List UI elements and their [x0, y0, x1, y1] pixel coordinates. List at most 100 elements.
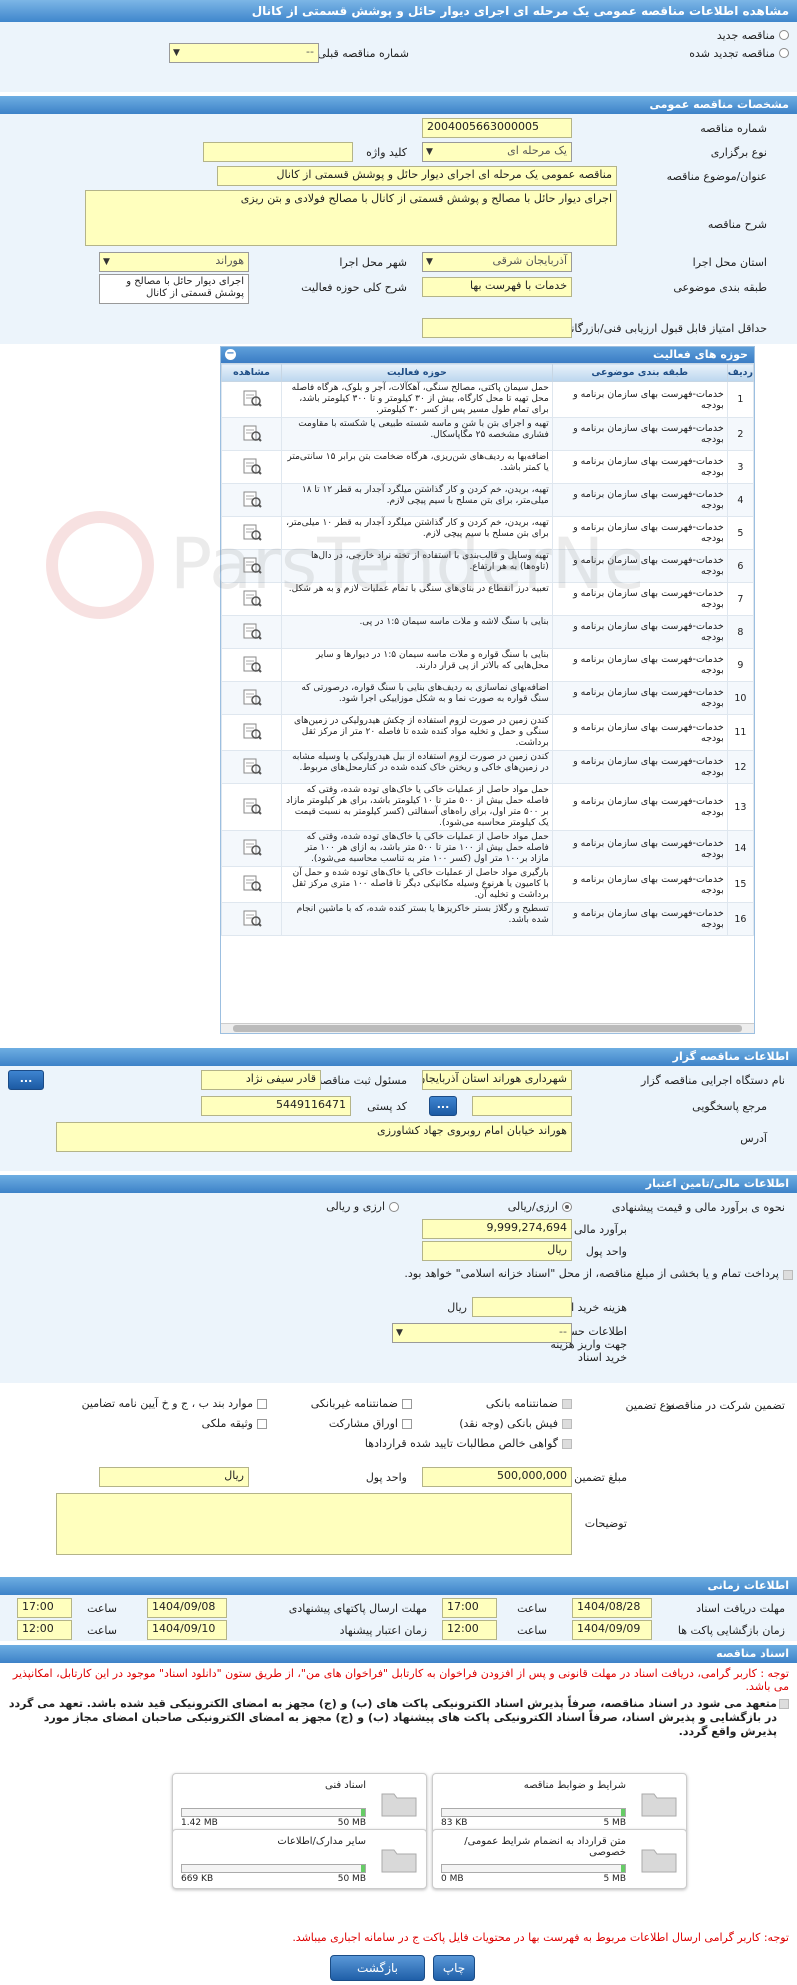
tender-type-box: مناقصه جدید مناقصه تجدید شده شماره مناقص… [0, 22, 797, 92]
view-document-icon[interactable] [242, 457, 262, 475]
file-card[interactable]: شرایط و ضوابط مناقصه 5 MB 83 KB [432, 1773, 687, 1833]
row-category: خدمات-فهرست بهای سازمان برنامه و بودجه [551, 516, 728, 550]
row-view-cell [221, 648, 282, 682]
row-view-cell [221, 866, 282, 903]
address-field: هوراند خیابان امام روبروی جهاد کشاورزی [56, 1122, 572, 1152]
type-select[interactable]: یک مرحله ای ▼ [422, 142, 572, 162]
city-value: هوراند [215, 254, 244, 267]
file-max: 5 MB [603, 1874, 626, 1884]
row-activity: حمل سیمان پاکتی، مصالح سنگی، آهکآلات، آج… [281, 381, 553, 418]
file-size-fill [621, 1865, 625, 1872]
opt-cash-label: فیش بانکی (وجه نقد) [459, 1417, 558, 1430]
ref-more-button[interactable]: ... [429, 1096, 457, 1116]
collapse-icon[interactable]: − [225, 349, 236, 360]
account-value: -- [559, 1325, 567, 1338]
file-card[interactable]: سایر مدارک/اطلاعات 50 MB 669 KB [172, 1829, 427, 1889]
radio-rial[interactable] [562, 1202, 572, 1212]
estimate-label: برآورد مالی [574, 1223, 627, 1236]
opt-property: وثیقه ملکی [202, 1417, 267, 1430]
view-document-icon[interactable] [242, 622, 262, 640]
keyword-field[interactable] [203, 142, 353, 162]
file-card[interactable]: اسناد فنی 50 MB 1.42 MB [172, 1773, 427, 1833]
city-label: شهر محل اجرا [339, 256, 407, 269]
row-activity: اضافه‌بهای نماسازی به ردیف‌های بنایی با … [281, 681, 553, 715]
opt-rial-label: ارزی/ریالی [507, 1200, 558, 1213]
chk-bank[interactable] [562, 1399, 572, 1409]
pay-checkbox[interactable] [783, 1270, 793, 1280]
chk-rules[interactable] [257, 1399, 267, 1409]
radio-renew-label: مناقصه تجدید شده [689, 46, 775, 60]
table-row: 11 خدمات-فهرست بهای سازمان برنامه و بودجه… [221, 714, 754, 751]
file-name: اسناد فنی [325, 1780, 366, 1791]
open-label: زمان بازگشایی پاکت ها [677, 1624, 785, 1637]
org-field: شهرداری هوراند استان آذربایجان شرقی [422, 1070, 572, 1090]
view-document-icon[interactable] [242, 838, 262, 856]
view-document-icon[interactable] [242, 490, 262, 508]
view-document-icon[interactable] [242, 655, 262, 673]
row-index: 4 [726, 483, 754, 517]
view-document-icon[interactable] [242, 874, 262, 892]
folder-icon [381, 1849, 417, 1873]
account-select[interactable]: -- ▼ [392, 1323, 572, 1343]
table-row: 12 خدمات-فهرست بهای سازمان برنامه و بودجه… [221, 750, 754, 784]
prev-number-select[interactable]: -- ▼ [169, 43, 319, 63]
resp-more-button[interactable]: ... [8, 1070, 44, 1090]
city-select[interactable]: هوراند ▼ [99, 252, 249, 272]
view-document-icon[interactable] [242, 722, 262, 740]
estimate-field: 9,999,274,694 [422, 1219, 572, 1239]
pay-text: پرداخت تمام و یا بخشی از مبلغ مناقصه، از… [404, 1267, 779, 1280]
h-scroll-thumb[interactable] [233, 1025, 742, 1032]
postal-field: 5449116471 [201, 1096, 351, 1116]
file-max: 50 MB [337, 1874, 366, 1884]
opt-both-label: ارزی و ریالی [326, 1200, 385, 1213]
view-document-icon[interactable] [242, 589, 262, 607]
radio-renew[interactable] [779, 48, 789, 58]
view-document-icon[interactable] [242, 757, 262, 775]
chk-nonbank[interactable] [402, 1399, 412, 1409]
view-document-icon[interactable] [242, 523, 262, 541]
valid-date: 1404/09/10 [147, 1620, 227, 1640]
row-category: خدمات-فهرست بهای سازمان برنامه و بودجه [551, 549, 728, 583]
unit-field: ریال [422, 1241, 572, 1261]
opt-rules-label: موارد بند ب ، ج و خ آیین نامه تضامین [81, 1397, 253, 1410]
h-scrollbar[interactable] [221, 1023, 754, 1033]
opt-rial[interactable]: ارزی/ریالی [508, 1200, 572, 1213]
page: مشاهده اطلاعات مناقصه عمومی یک مرحله ای … [0, 0, 797, 1981]
row-index: 1 [726, 381, 754, 418]
file-name: شرایط و ضوابط مناقصه [523, 1780, 626, 1791]
chk-bonds[interactable] [402, 1419, 412, 1429]
row-category: خدمات-فهرست بهای سازمان برنامه و بودجه [551, 417, 728, 451]
province-select[interactable]: آذربایجان شرقی ▼ [422, 252, 572, 272]
scope-list[interactable]: اجرای دیوار حائل با مصالح و پوشش قسمتی ا… [99, 274, 249, 304]
notes-field [56, 1493, 572, 1555]
radio-both[interactable] [389, 1202, 399, 1212]
unit-label: واحد پول [585, 1245, 627, 1258]
back-button[interactable]: بازگشت [330, 1955, 425, 1981]
chk-property[interactable] [257, 1419, 267, 1429]
open-hour-label: ساعت [517, 1624, 547, 1637]
print-button[interactable]: چاپ [433, 1955, 475, 1981]
view-document-icon[interactable] [242, 556, 262, 574]
docs-box: توجه : کاربر گرامی، دریافت اسناد در مهلت… [0, 1663, 797, 1953]
chk-cash[interactable] [562, 1419, 572, 1429]
view-document-icon[interactable] [242, 688, 262, 706]
row-activity: کندن زمین در صورت لزوم استفاده از چکش هی… [281, 714, 553, 751]
radio-new-label: مناقصه جدید [716, 28, 775, 42]
radio-new[interactable] [779, 30, 789, 40]
score-box: حداقل امتیاز قابل قبول ارزیابی فنی/بازرگ… [0, 314, 797, 344]
section-time: اطلاعات زمانی [0, 1577, 797, 1595]
row-activity: کندن زمین در صورت لزوم استفاده از بیل هی… [281, 750, 553, 784]
chk-claims[interactable] [562, 1439, 572, 1449]
row-view-cell [221, 902, 282, 936]
view-document-icon[interactable] [242, 909, 262, 927]
file-card[interactable]: متن قرارداد به انضمام شرایط عمومی/خصوصی 5… [432, 1829, 687, 1889]
row-index: 9 [726, 648, 754, 682]
folder-icon [381, 1793, 417, 1817]
view-document-icon[interactable] [242, 389, 262, 407]
send-date: 1404/09/08 [147, 1598, 227, 1618]
opt-both[interactable]: ارزی و ریالی [326, 1200, 399, 1213]
page-title: مشاهده اطلاعات مناقصه عمومی یک مرحله ای … [0, 0, 797, 22]
view-document-icon[interactable] [242, 424, 262, 442]
view-document-icon[interactable] [242, 797, 262, 815]
row-category: خدمات-فهرست بهای سازمان برنامه و بودجه [551, 830, 728, 867]
